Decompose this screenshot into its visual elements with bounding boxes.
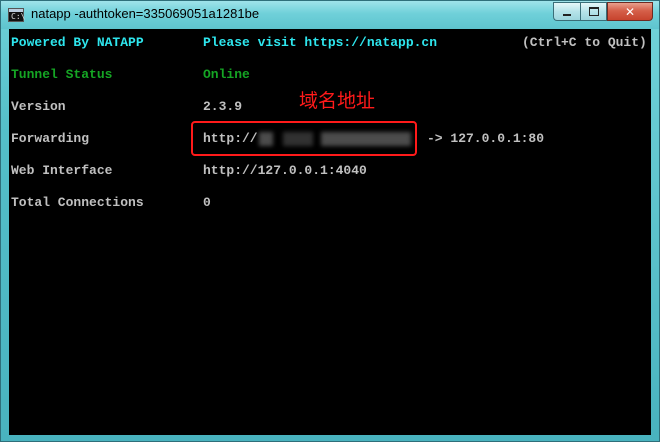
total-connections-value: 0 — [203, 195, 211, 210]
console-output[interactable]: Powered By NATAPP Please visit https://n… — [9, 29, 653, 435]
total-connections-label: Total Connections — [11, 195, 144, 210]
minimize-icon — [563, 13, 571, 16]
version-label: Version — [11, 99, 66, 114]
powered-by-text: Powered By NATAPP — [11, 35, 144, 50]
console-icon[interactable]: C:\ — [8, 8, 25, 22]
tunnel-status-value: Online — [203, 67, 250, 82]
maximize-button[interactable] — [580, 2, 607, 21]
maximize-icon — [588, 7, 599, 16]
window-title: natapp -authtoken=335069051a1281be — [31, 6, 260, 21]
version-value: 2.3.9 — [203, 99, 243, 114]
window-right-border — [651, 29, 659, 435]
close-button[interactable]: ✕ — [607, 2, 653, 21]
console-window: C:\ natapp -authtoken=335069051a1281be ✕… — [0, 0, 660, 442]
domain-highlight-box — [191, 121, 417, 156]
forwarding-label: Forwarding — [11, 131, 90, 146]
title-bar[interactable]: C:\ natapp -authtoken=335069051a1281be ✕ — [1, 1, 659, 29]
web-interface-label: Web Interface — [11, 163, 113, 178]
domain-annotation: 域名地址 — [299, 90, 376, 112]
minimize-button[interactable] — [553, 2, 580, 21]
visit-text: Please visit https://natapp.cn — [203, 35, 438, 50]
forwarding-target: -> 127.0.0.1:80 — [427, 131, 545, 146]
close-icon: ✕ — [624, 4, 636, 19]
window-controls: ✕ — [553, 2, 653, 21]
web-interface-value: http://127.0.0.1:4040 — [203, 163, 367, 178]
quit-hint-text: (Ctrl+C to Quit) — [522, 35, 647, 50]
tunnel-status-label: Tunnel Status — [11, 67, 113, 82]
